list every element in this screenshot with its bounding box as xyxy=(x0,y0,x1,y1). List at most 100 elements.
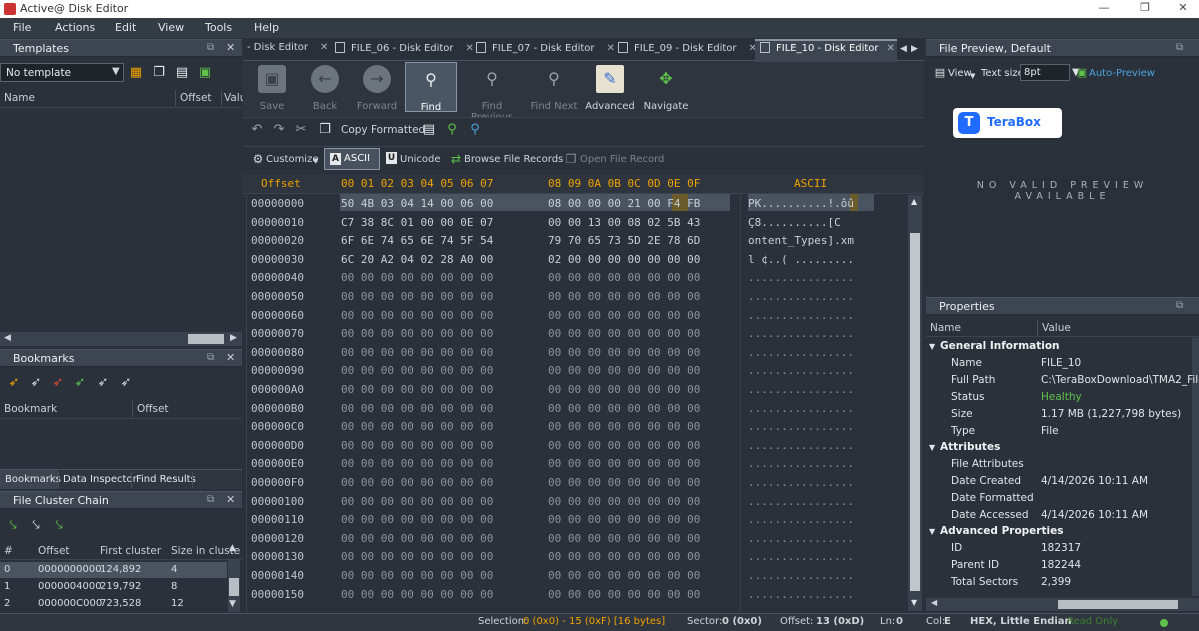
table-row[interactable]: 1 0000004000 219,792 8 xyxy=(0,579,227,595)
save-button[interactable]: ▣ Save xyxy=(247,62,297,112)
forward-button[interactable]: → Forward xyxy=(352,62,402,112)
navigate-button[interactable]: ✥ Navigate xyxy=(640,62,692,112)
hex-bytes-a[interactable]: 00 00 00 00 00 00 00 00 xyxy=(341,364,493,383)
hex-bytes-b[interactable]: 00 00 00 00 00 00 00 00 xyxy=(548,476,700,495)
prev-bookmark-icon[interactable]: ➶ xyxy=(95,375,111,391)
tab-scroll-left-icon[interactable]: ◀ xyxy=(900,44,907,54)
tab-data-inspector[interactable]: Data Inspector xyxy=(63,474,137,485)
close-button[interactable]: ✕ xyxy=(1170,1,1196,17)
goto-bookmark-icon[interactable]: ➶ xyxy=(72,375,88,391)
tab-file-06[interactable]: FILE_06 - Disk Editor ✕ xyxy=(335,42,474,60)
hex-bytes-a[interactable]: C7 38 8C 01 00 00 0E 07 xyxy=(341,216,493,235)
ascii-text[interactable]: l ¢..( ......... xyxy=(748,253,854,272)
pin-icon[interactable]: ⧉ xyxy=(207,352,214,363)
hex-bytes-a[interactable]: 00 00 00 00 00 00 00 00 xyxy=(341,290,493,309)
hex-bytes-a[interactable]: 00 00 00 00 00 00 00 00 xyxy=(341,495,493,514)
close-icon[interactable]: ✕ xyxy=(226,493,235,506)
tab-file-09[interactable]: FILE_09 - Disk Editor ✕ xyxy=(618,42,757,60)
search-next-icon[interactable]: ⚲ xyxy=(467,122,483,138)
scroll-left-icon[interactable]: ◀ xyxy=(4,333,11,343)
find-button[interactable]: ⚲ Find xyxy=(405,62,457,113)
hex-bytes-b[interactable]: 00 00 00 00 00 00 00 00 xyxy=(548,550,700,569)
apply-template-icon[interactable]: ▣ xyxy=(197,65,213,81)
view-button[interactable]: View xyxy=(948,68,972,79)
hex-bytes-a[interactable]: 00 00 00 00 00 00 00 00 xyxy=(341,476,493,495)
scroll-down-icon[interactable]: ▼ xyxy=(229,599,236,609)
menu-view[interactable]: View xyxy=(158,21,184,34)
hex-dump[interactable]: 00000000 50 4B 03 04 14 00 06 00 08 00 00 … xyxy=(243,194,909,612)
hex-bytes-a[interactable]: 00 00 00 00 00 00 00 00 xyxy=(341,513,493,532)
menu-actions[interactable]: Actions xyxy=(55,21,95,34)
ascii-text[interactable]: ................ xyxy=(748,346,854,365)
menu-help[interactable]: Help xyxy=(254,21,279,34)
pin-icon[interactable]: ⧉ xyxy=(207,494,214,505)
open-file-record-button[interactable]: Open File Record xyxy=(580,154,664,165)
text-size-select[interactable]: 8pt xyxy=(1020,64,1070,81)
back-button[interactable]: ← Back xyxy=(300,62,350,112)
tab-scroll-right-icon[interactable]: ▶ xyxy=(911,44,918,54)
ascii-text[interactable]: ................ xyxy=(748,495,854,514)
ascii-text[interactable]: ................ xyxy=(748,476,854,495)
scroll-down-icon[interactable]: ▼ xyxy=(911,598,917,607)
add-bookmark-icon[interactable]: ➶ xyxy=(6,375,22,391)
hex-bytes-b[interactable]: 00 00 13 00 08 02 5B 43 xyxy=(548,216,700,235)
ascii-text[interactable]: ................ xyxy=(748,439,854,458)
ascii-text[interactable]: ................ xyxy=(748,364,854,383)
auto-preview-icon[interactable]: ▣ xyxy=(1074,65,1090,81)
advanced-button[interactable]: ✎ Advanced xyxy=(584,62,636,112)
hex-bytes-b[interactable]: 00 00 00 00 00 00 00 00 xyxy=(548,346,700,365)
hex-bytes-a[interactable]: 6F 6E 74 65 6E 74 5F 54 xyxy=(341,234,493,253)
hex-bytes-b[interactable]: 00 00 00 00 00 00 00 00 xyxy=(548,495,700,514)
hex-bytes-b[interactable]: 00 00 00 00 00 00 00 00 xyxy=(548,309,700,328)
collapse-icon[interactable]: ▼ xyxy=(929,527,935,536)
ascii-text[interactable]: ................ xyxy=(748,550,854,569)
copy-template-icon[interactable]: ❐ xyxy=(151,65,167,81)
view-icon[interactable]: ▤ xyxy=(932,65,948,81)
ascii-text[interactable]: ................ xyxy=(748,327,854,346)
hex-bytes-b[interactable]: 00 00 00 00 00 00 00 00 xyxy=(548,402,700,421)
cut-icon[interactable]: ✂ xyxy=(293,122,309,138)
ascii-text[interactable]: PK..........!.ôû xyxy=(748,197,854,216)
copy-icon[interactable]: ❐ xyxy=(317,122,333,138)
ascii-text[interactable]: Ç8..........[C xyxy=(748,216,841,235)
copy-formatted-button[interactable]: Copy Formatted xyxy=(341,124,425,136)
browse-file-records-button[interactable]: Browse File Records xyxy=(464,154,563,165)
browse-records-icon[interactable]: ⇄ xyxy=(448,151,464,167)
edit-bookmark-icon[interactable]: ➶ xyxy=(28,375,44,391)
ascii-text[interactable]: ................ xyxy=(748,290,854,309)
hex-bytes-a[interactable]: 50 4B 03 04 14 00 06 00 xyxy=(341,197,493,216)
scroll-up-icon[interactable]: ▲ xyxy=(911,197,917,206)
hex-bytes-a[interactable]: 00 00 00 00 00 00 00 00 xyxy=(341,532,493,551)
auto-preview-button[interactable]: Auto-Preview xyxy=(1089,68,1155,79)
hex-bytes-b[interactable]: 00 00 00 00 00 00 00 00 xyxy=(548,439,700,458)
hex-bytes-b[interactable]: 00 00 00 00 00 00 00 00 xyxy=(548,420,700,439)
customize-button[interactable]: Customize xyxy=(266,154,319,165)
hex-bytes-a[interactable]: 00 00 00 00 00 00 00 00 xyxy=(341,457,493,476)
goto-cluster-icon[interactable]: ⤥ xyxy=(5,518,21,534)
hex-bytes-b[interactable]: 00 00 00 00 00 00 00 00 xyxy=(548,513,700,532)
export-cluster-icon[interactable]: ⤥ xyxy=(51,518,67,534)
tab-disk-editor[interactable]: - Disk Editor ✕ xyxy=(247,42,328,60)
menu-tools[interactable]: Tools xyxy=(205,21,232,34)
hex-bytes-b[interactable]: 00 00 00 00 00 00 00 00 xyxy=(548,383,700,402)
pin-icon[interactable]: ⧉ xyxy=(1176,42,1183,53)
add-template-icon[interactable]: ▦ xyxy=(128,65,144,81)
open-record-icon[interactable]: ❐ xyxy=(563,151,579,167)
delete-bookmark-icon[interactable]: ➶ xyxy=(50,375,66,391)
hex-bytes-b[interactable]: 00 00 00 00 00 00 00 00 xyxy=(548,327,700,346)
hex-scrollbar[interactable]: ▲ ▼ xyxy=(908,195,922,611)
find-next-button[interactable]: ⚲ Find Next xyxy=(528,62,580,112)
scroll-thumb[interactable] xyxy=(188,334,224,344)
general-section[interactable]: General Information xyxy=(940,340,1060,352)
scroll-thumb[interactable] xyxy=(910,233,920,591)
hex-bytes-b[interactable]: 00 00 00 00 00 00 00 00 xyxy=(548,532,700,551)
ascii-text[interactable]: ................ xyxy=(748,588,854,607)
hex-bytes-b[interactable]: 00 00 00 00 00 00 00 00 xyxy=(548,271,700,290)
gear-icon[interactable]: ⚙ xyxy=(250,151,266,167)
tab-file-10[interactable]: FILE_10 - Disk Editor ✕ xyxy=(760,42,895,60)
ascii-text[interactable]: ................ xyxy=(748,383,854,402)
scroll-left-icon[interactable]: ◀ xyxy=(931,598,937,607)
tab-bookmarks[interactable]: Bookmarks xyxy=(5,474,61,485)
ascii-text[interactable]: ................ xyxy=(748,271,854,290)
hex-bytes-b[interactable]: 79 70 65 73 5D 2E 78 6D xyxy=(548,234,700,253)
